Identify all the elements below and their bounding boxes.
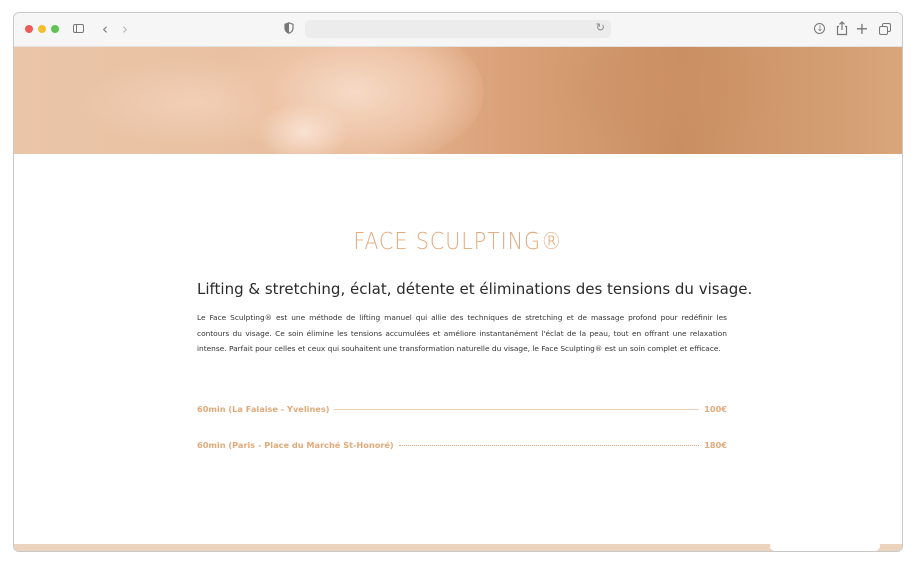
page-title: FACE SCULPTING® <box>353 229 563 255</box>
price-row-label: 60min (Paris - Place du Marché St-Honoré… <box>197 440 394 450</box>
address-bar[interactable]: ↻ <box>305 20 611 38</box>
price-row: 60min (Paris - Place du Marché St-Honoré… <box>197 438 727 452</box>
reload-icon[interactable]: ↻ <box>596 21 605 34</box>
price-row-divider <box>334 408 700 410</box>
url-input[interactable] <box>311 22 581 36</box>
footer-strip <box>14 541 902 551</box>
price-row-price: 180€ <box>704 440 727 450</box>
download-icon[interactable]: ↓ <box>812 21 828 37</box>
service-subtitle: Lifting & stretching, éclat, détente et … <box>197 280 753 298</box>
browser-window: ‹ › ↻ ↓ + FACE SCULPTING® Lifting & stre… <box>13 12 903 552</box>
price-row: 60min (La Falaise - Yvelines) 100€ <box>197 402 727 416</box>
floating-widget[interactable] <box>770 541 880 551</box>
chevron-right-icon[interactable]: › <box>118 21 132 37</box>
chevron-left-icon[interactable]: ‹ <box>98 21 112 37</box>
minimize-window-button[interactable] <box>38 25 46 33</box>
shield-icon[interactable] <box>282 21 296 37</box>
share-icon[interactable] <box>834 21 850 37</box>
service-section: FACE SCULPTING® Lifting & stretching, éc… <box>14 154 902 544</box>
close-window-button[interactable] <box>25 25 33 33</box>
price-row-divider <box>398 444 700 446</box>
price-row-label: 60min (La Falaise - Yvelines) <box>197 404 330 414</box>
hero-image <box>14 47 902 154</box>
service-description: Le Face Sculpting® est une méthode de li… <box>197 313 727 353</box>
price-row-price: 100€ <box>704 404 727 414</box>
plus-icon[interactable]: + <box>855 21 869 37</box>
browser-toolbar: ‹ › ↻ ↓ + <box>14 13 902 47</box>
sidebar-icon[interactable] <box>71 21 87 37</box>
zoom-window-button[interactable] <box>51 25 59 33</box>
download-arrow-glyph: ↓ <box>816 24 824 33</box>
tabs-overview-icon[interactable] <box>877 21 893 37</box>
